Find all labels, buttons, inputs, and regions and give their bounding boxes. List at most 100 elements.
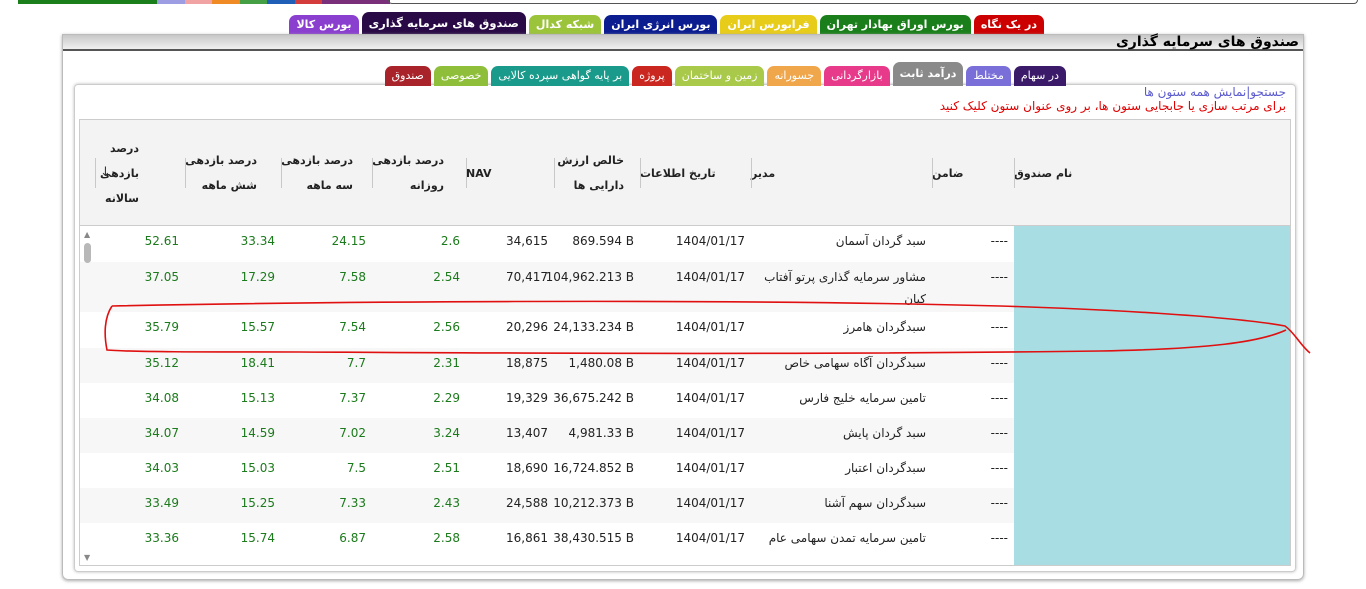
table-row[interactable]: ---- سبدگردان اعتبار 1404/01/17 16,724.852 …	[80, 453, 1290, 488]
cell-six-month: 15.13	[240, 391, 275, 405]
fund-type-tab[interactable]: صندوق	[384, 66, 431, 86]
cell-daily: 2.31	[433, 356, 460, 370]
cell-nav: 16,861	[506, 531, 548, 545]
cell-nav: 13,407	[506, 426, 548, 440]
table-row[interactable]: ---- سبدگردان هامرز 1404/01/17 24,133.234 B…	[80, 312, 1290, 348]
market-tab[interactable]: در یک نگاه	[973, 15, 1044, 35]
top-strip-segment	[239, 0, 268, 4]
vertical-scrollbar[interactable]: ▲ ▼	[80, 226, 94, 565]
cell-net-assets: 869.594 B	[572, 234, 634, 248]
column-separator	[751, 158, 752, 188]
fund-type-tab[interactable]: درآمد ثابت	[892, 62, 964, 86]
column-header-manager[interactable]: مدیر	[751, 120, 932, 226]
search-link[interactable]: جستجو	[1250, 85, 1286, 99]
market-tab[interactable]: شبکه کدال	[528, 15, 602, 35]
cell-annual: 34.07	[144, 426, 179, 440]
scroll-up-icon[interactable]: ▲	[84, 230, 90, 239]
cell-nav: 18,690	[506, 461, 548, 475]
market-tab[interactable]: بورس اوراق بهادار تهران	[819, 15, 971, 35]
cell-daily: 3.24	[433, 426, 460, 440]
cell-manager: سبد گردان پایش	[842, 426, 926, 440]
column-header-net-assets[interactable]: خالص ارزش دارایی ها	[554, 120, 640, 226]
cell-annual: 35.12	[144, 356, 179, 370]
cell-three-month: 7.33	[339, 496, 366, 510]
cell-manager: تامین سرمایه تمدن سهامی عام	[768, 531, 926, 545]
column-separator	[640, 158, 641, 188]
table-row[interactable]: ---- سبدگردان آگاه سهامی خاص 1404/01/17 1,4…	[80, 348, 1290, 383]
scroll-down-icon[interactable]: ▼	[84, 553, 90, 562]
column-header-guarantor[interactable]: ضامن	[932, 120, 1014, 226]
column-header-label: درصد بازدهی سه ماهه	[281, 154, 353, 192]
table-row[interactable]: ---- سبدگردان سهم آشنا 1404/01/17 10,212.37…	[80, 488, 1290, 523]
cell-guarantor: ----	[990, 426, 1008, 440]
table-row[interactable]: ---- مشاور سرمایه گذاری پرتو آفتاب 1404/01…	[80, 262, 1290, 312]
cell-six-month: 33.34	[240, 234, 275, 248]
column-header-label: درصد بازدهی روزانه	[372, 154, 444, 192]
scroll-thumb[interactable]	[84, 243, 91, 263]
table-row[interactable]: ---- تامین سرمایه خلیج فارس 1404/01/17 36,6…	[80, 383, 1290, 418]
table-row[interactable]: ---- سبد گردان پایش 1404/01/17 4,981.33 B 13…	[80, 418, 1290, 453]
column-header-date[interactable]: تاریخ اطلاعات	[640, 120, 751, 226]
cell-annual: 52.61	[144, 234, 179, 248]
column-header-fund-name[interactable]: نام صندوق	[1014, 120, 1290, 226]
fund-type-tab[interactable]: در سهام	[1013, 66, 1066, 86]
column-header-annual[interactable]: درصد بازدهی سالانه	[95, 120, 185, 226]
panel-title: صندوق های سرمایه گذاری	[1115, 34, 1299, 50]
column-header-label: ضامن	[932, 166, 964, 180]
top-strip-segment	[18, 0, 85, 4]
fund-cell-bg	[1014, 488, 1290, 523]
cell-daily: 2.29	[433, 391, 460, 405]
fund-type-tab[interactable]: جسورانه	[767, 66, 822, 86]
cell-six-month: 15.57	[240, 320, 275, 334]
cell-manager: سبدگردان هامرز	[843, 320, 926, 334]
column-header-six-month[interactable]: درصد بازدهی شش ماهه	[185, 120, 281, 226]
cell-guarantor: ----	[990, 461, 1008, 475]
cell-nav: 18,875	[506, 356, 548, 370]
cell-manager: تامین سرمایه خلیج فارس	[799, 391, 926, 405]
cell-manager: سبدگردان آگاه سهامی خاص	[784, 356, 927, 370]
top-strip-segment	[157, 0, 185, 4]
market-tab[interactable]: فرابورس ایران	[720, 15, 817, 35]
fund-type-tab[interactable]: مختلط	[966, 66, 1011, 86]
cell-three-month: 7.37	[339, 391, 366, 405]
market-tab[interactable]: بورس انرژی ایران	[604, 15, 718, 35]
fund-type-tab[interactable]: پروژه	[632, 66, 672, 86]
column-header-three-month[interactable]: درصد بازدهی سه ماهه	[281, 120, 372, 226]
cell-guarantor: ----	[990, 391, 1008, 405]
top-frame	[388, 0, 1358, 4]
market-tab[interactable]: صندوق های سرمایه گذاری	[361, 12, 526, 35]
cell-guarantor: ----	[990, 531, 1008, 545]
fund-type-tab[interactable]: بازارگردانی	[824, 66, 890, 86]
cell-three-month: 7.58	[339, 270, 366, 284]
cell-three-month: 7.02	[339, 426, 366, 440]
cell-date: 1404/01/17	[675, 426, 745, 440]
show-all-columns-link[interactable]: نمایش همه ستون ها	[1144, 85, 1246, 99]
table-row[interactable]: ---- تامین سرمایه تمدن سهامی عام 1404/01/1…	[80, 523, 1290, 558]
fund-type-tab[interactable]: خصوصی	[433, 66, 489, 86]
cell-manager: مشاور سرمایه گذاری پرتو آفتاب	[764, 270, 926, 284]
fund-type-tab[interactable]: بر پایه گواهی سپرده کالایی	[491, 66, 630, 86]
top-strip-segment	[132, 0, 158, 4]
market-tabs: در یک نگاه بورس اوراق بهادار تهران فرابورس…	[289, 12, 1044, 35]
cell-annual: 34.08	[144, 391, 179, 405]
cell-nav: 34,615	[506, 234, 548, 248]
cell-date: 1404/01/17	[675, 496, 745, 510]
column-header-daily[interactable]: درصد بازدهی روزانه	[372, 120, 466, 226]
cell-net-assets: 36,675.242 B	[553, 391, 634, 405]
market-tab[interactable]: بورس کالا	[289, 15, 359, 35]
column-separator	[185, 158, 186, 188]
fund-type-tabs: در سهام مختلط درآمد ثابت بازارگردانی جسورانه…	[384, 62, 1066, 86]
table-row[interactable]: ---- سبد گردان آسمان 1404/01/17 869.594 B 34…	[80, 226, 1290, 262]
cell-manager: سبدگردان اعتبار	[845, 461, 926, 475]
cell-annual: 35.79	[144, 320, 179, 334]
cell-date: 1404/01/17	[675, 320, 745, 334]
top-strip-segment	[84, 0, 109, 4]
grid-header: ↓ نام صندوق ضامن مدیر تاریخ اطلاعات خالص ارز…	[80, 120, 1290, 226]
cell-nav: 24,588	[506, 496, 548, 510]
cell-three-month: 7.5	[346, 461, 366, 475]
cell-guarantor: ----	[990, 356, 1008, 370]
column-separator	[1014, 158, 1015, 188]
cell-daily: 2.6	[440, 234, 460, 248]
column-header-nav[interactable]: NAV	[466, 120, 554, 226]
fund-type-tab[interactable]: زمین و ساختمان	[674, 66, 765, 86]
